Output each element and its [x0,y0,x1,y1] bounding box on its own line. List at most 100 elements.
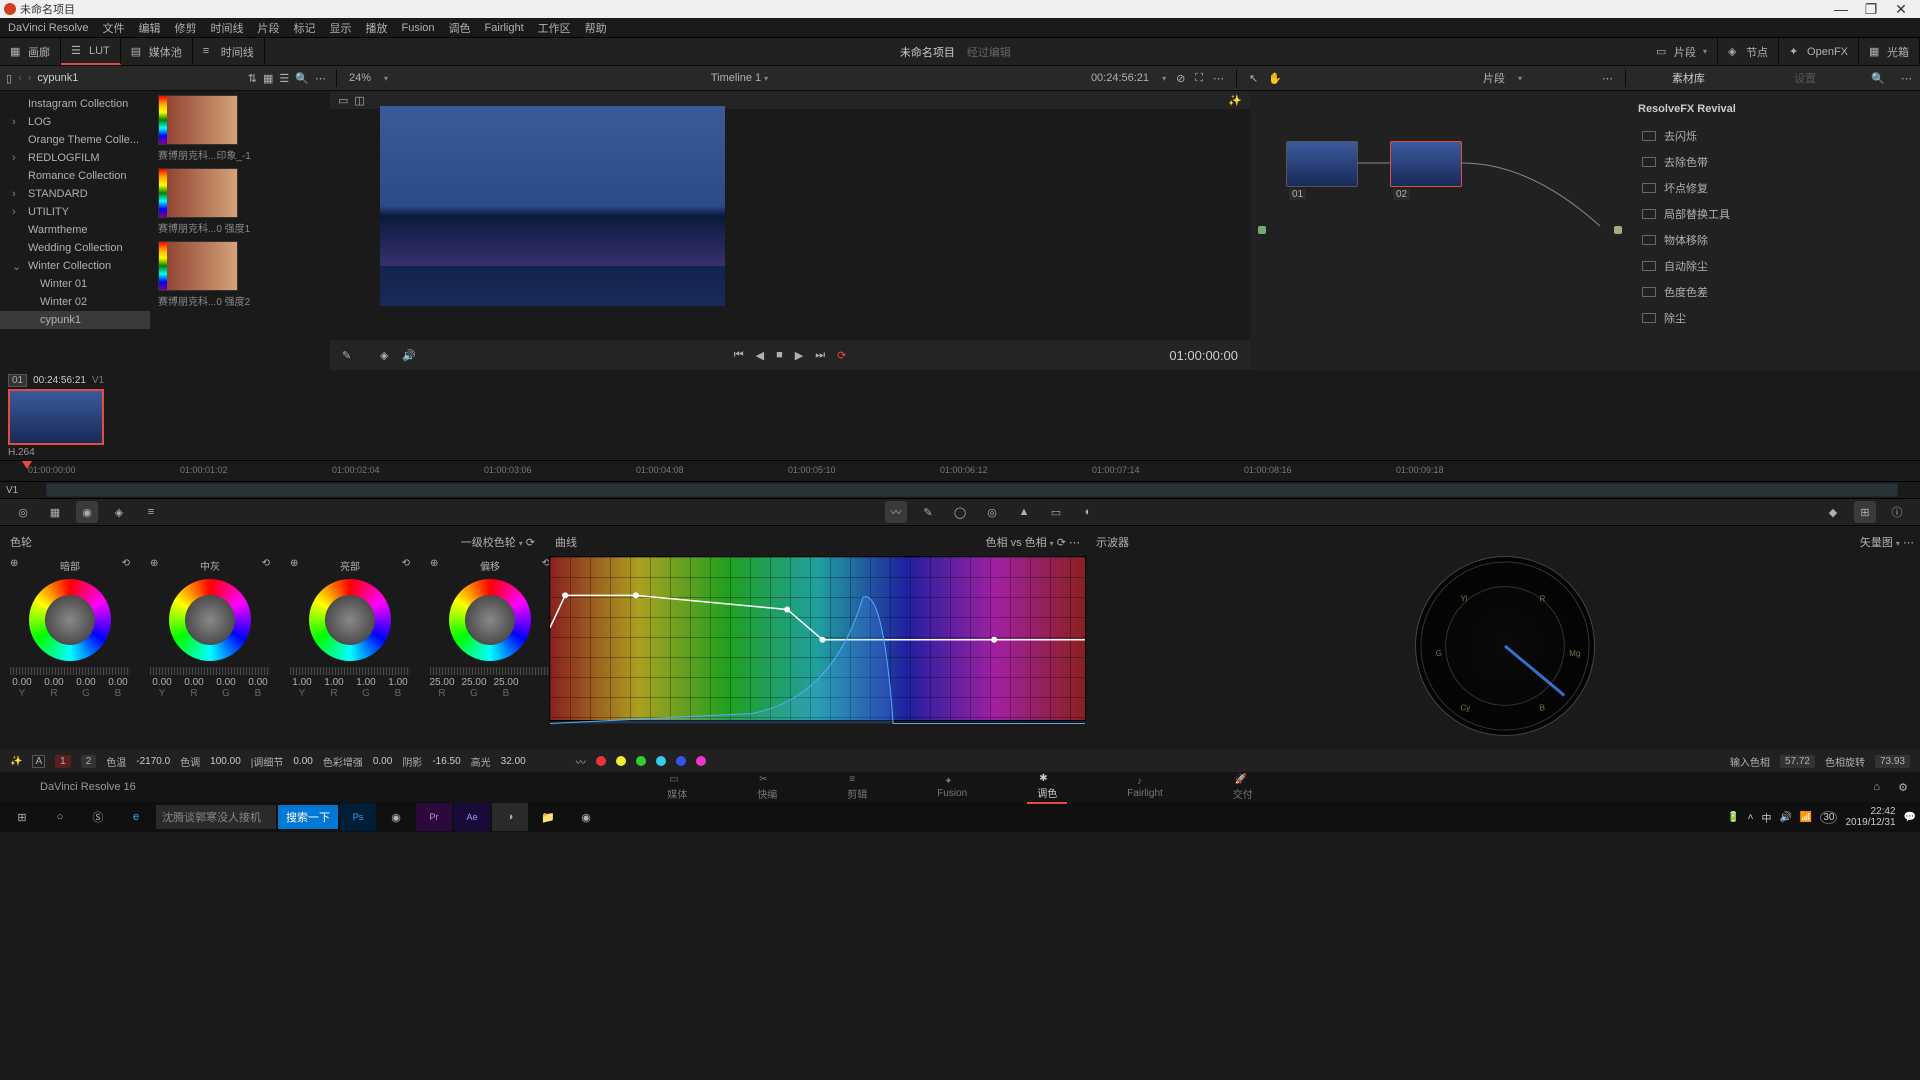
lut-folder[interactable]: Instagram Collection [0,95,150,113]
page-color[interactable]: ✱调色 [1027,771,1067,804]
menu-item[interactable]: 显示 [330,20,352,36]
node-graph[interactable]: 01 02 [1250,91,1630,370]
grid-view-icon[interactable]: ▦ [263,72,273,85]
lift-wheel[interactable]: ⊕暗部⟲ 0.000.000.000.00 YRGB [10,556,130,699]
lut-folder[interactable]: ›UTILITY [0,203,150,221]
fx-item[interactable]: 坏点修复 [1638,175,1912,201]
auto-icon[interactable]: ✨ [10,756,22,767]
color-match-icon[interactable]: ▦ [44,501,66,523]
page-media[interactable]: ▭媒体 [657,772,697,803]
spline-icon[interactable]: 〰 [576,754,586,769]
lut-thumb[interactable]: 赛博朋克科...印象_-1 [154,95,326,164]
tray-ime-icon[interactable]: 中 [1761,810,1771,825]
channel-green[interactable] [636,756,646,766]
clip-thumbnail[interactable] [8,389,104,445]
wand-icon[interactable]: ✨ [1228,94,1242,107]
app-explorer[interactable]: 📁 [530,803,566,831]
lightbox-button[interactable]: ▦光箱 [1859,38,1920,65]
tray-up-icon[interactable]: ˄ [1748,812,1754,823]
qualifier-icon[interactable]: ◯ [949,501,971,523]
keyframes-icon[interactable]: ◆ [1822,501,1844,523]
tab-library[interactable]: 素材库 [1638,70,1739,86]
tracker-icon[interactable]: ▲ [1013,501,1035,523]
viewer-mode-icon[interactable]: ▭ [338,94,348,107]
node[interactable]: 01 [1286,141,1358,187]
mediapool-button[interactable]: ▤媒体池 [121,38,193,65]
hand-icon[interactable]: ✋ [1268,72,1282,85]
tray-volume-icon[interactable]: 🔊 [1779,812,1791,823]
page-1[interactable]: 1 [55,755,71,768]
temp-value[interactable]: -2170.0 [136,756,170,767]
menu-item[interactable]: 标记 [294,20,316,36]
menu-item[interactable]: 工作区 [538,20,571,36]
tray-date[interactable]: 2019/12/31 [1845,817,1895,828]
hue-rotate[interactable]: 73.93 [1875,755,1910,768]
offset-wheel[interactable]: ⊕偏移⟲ 25.0025.0025.00 RGB [430,556,550,699]
menu-item[interactable]: 片段 [258,20,280,36]
fx-item[interactable]: 去闪烁 [1638,123,1912,149]
tray-icon[interactable]: 📶 [1800,812,1812,823]
boost-value[interactable]: 0.00 [373,756,392,767]
minimize-button[interactable]: — [1826,1,1856,17]
channel-cyan[interactable] [656,756,666,766]
menu-item[interactable]: 编辑 [139,20,161,36]
lut-folder[interactable]: ⌄Winter Collection [0,257,150,275]
viewer-mode-icon[interactable]: ◫ [354,94,364,107]
menu-item[interactable]: 帮助 [585,20,607,36]
gallery-button[interactable]: ▦画廊 [0,38,61,65]
rgb-mixer-icon[interactable]: ≡ [140,501,162,523]
viewer-timecode[interactable]: 01:00:00:00 [1169,348,1238,363]
more-icon[interactable]: ⋯ [315,72,326,85]
key-icon[interactable]: ◐ [1077,501,1099,523]
highlight-value[interactable]: 32.00 [501,756,526,767]
hdr-icon[interactable]: ◈ [108,501,130,523]
clips-dropdown[interactable]: 片段 [1483,70,1505,86]
fx-item[interactable]: 去除色带 [1638,149,1912,175]
play-button[interactable]: ▶ [795,349,803,362]
blur-icon[interactable]: ▭ [1045,501,1067,523]
app-ps[interactable]: Ps [340,803,376,831]
gain-wheel[interactable]: ⊕亮部⟲ 1.001.001.001.00 YRGB [290,556,410,699]
lut-folder[interactable]: ›LOG [0,113,150,131]
stop-button[interactable]: ■ [776,349,783,361]
search-button[interactable]: 搜索一下 [278,805,338,829]
timeline-name[interactable]: Timeline 1 [711,72,761,84]
viewer-image[interactable] [380,106,725,306]
play-reverse-button[interactable]: ◀ [756,349,764,362]
pointer-icon[interactable]: ↖ [1249,72,1258,85]
channel-magenta[interactable] [696,756,706,766]
node[interactable]: 02 [1390,141,1462,187]
page-cut[interactable]: ✂快编 [747,772,787,803]
start-button[interactable]: ⊞ [4,803,40,831]
input-hue[interactable]: 57.72 [1780,755,1815,768]
channel-blue[interactable] [676,756,686,766]
picker-icon[interactable]: ✎ [342,349,351,362]
nodes-button[interactable]: ◈节点 [1718,38,1779,65]
lut-item[interactable]: cypunk1 [0,311,150,329]
sort-icon[interactable]: ⇅ [248,72,257,85]
tab-settings[interactable]: 设置 [1755,70,1856,86]
search-icon[interactable]: 🔍 [1871,72,1885,85]
shadow-value[interactable]: -16.50 [432,756,460,767]
graph-input[interactable] [1258,226,1266,234]
channel-red[interactable] [596,756,606,766]
app-chrome[interactable]: ◉ [378,803,414,831]
timeline-button[interactable]: ≡时间线 [193,38,265,65]
more-icon[interactable]: ⋯ [1602,72,1613,85]
breadcrumb[interactable]: cypunk1 [37,72,78,84]
fx-item[interactable]: 物体移除 [1638,227,1912,253]
lut-folder[interactable]: ›REDLOGFILM [0,149,150,167]
app-pr[interactable]: Pr [416,803,452,831]
more-icon[interactable]: ⋯ [1901,72,1912,85]
fx-item[interactable]: 除尘 [1638,305,1912,331]
first-frame-button[interactable]: ⏮ [734,349,744,362]
menu-item[interactable]: Fairlight [485,22,524,34]
wheels-mode[interactable]: 一级校色轮 [461,537,516,549]
timeline-tc[interactable]: 00:24:56:21 [1091,72,1149,84]
fx-item[interactable]: 色度色差 [1638,279,1912,305]
menu-item[interactable]: Fusion [402,22,435,34]
lut-folder[interactable]: Romance Collection [0,167,150,185]
lut-thumb[interactable]: 赛博朋克科...0 强度2 [154,241,326,310]
lut-folder[interactable]: Orange Theme Colle... [0,131,150,149]
page-fusion[interactable]: ✦Fusion [927,774,977,801]
